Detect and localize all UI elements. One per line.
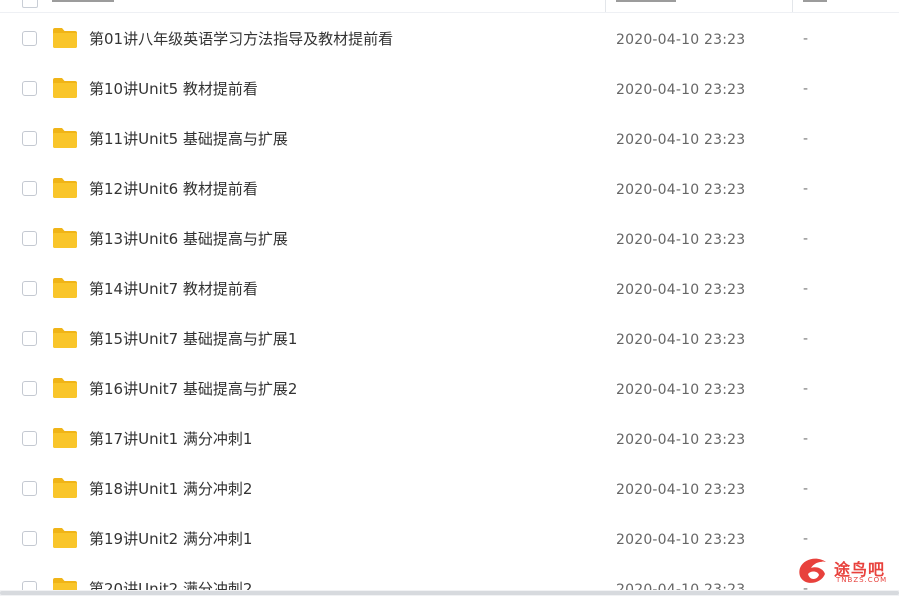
row-checkbox[interactable] [22, 281, 37, 296]
file-size: - [803, 381, 809, 397]
file-size: - [803, 431, 809, 447]
file-row[interactable]: 第12讲Unit6 教材提前看 2020-04-10 23:23 - [0, 164, 899, 214]
watermark-logo: 途鸟吧 TNBZS.COM [796, 554, 891, 590]
modified-date: 2020-04-10 23:23 [616, 482, 746, 498]
file-name-link[interactable]: 第16讲Unit7 基础提高与扩展2 [89, 379, 297, 399]
row-checkbox[interactable] [22, 381, 37, 396]
modified-date: 2020-04-10 23:23 [616, 382, 746, 398]
modified-date: 2020-04-10 23:23 [616, 32, 746, 48]
row-checkbox[interactable] [22, 331, 37, 346]
row-checkbox[interactable] [22, 181, 37, 196]
file-size: - [803, 81, 809, 97]
folder-icon[interactable] [52, 327, 78, 349]
folder-icon[interactable] [52, 177, 78, 199]
folder-icon[interactable] [52, 27, 78, 49]
folder-icon[interactable] [52, 127, 78, 149]
file-name-link[interactable]: 第18讲Unit1 满分冲刺2 [89, 479, 252, 499]
file-row[interactable]: 第11讲Unit5 基础提高与扩展 2020-04-10 23:23 - [0, 114, 899, 164]
file-size: - [803, 481, 809, 497]
horizontal-scrollbar[interactable] [0, 590, 899, 596]
row-checkbox[interactable] [22, 31, 37, 46]
column-divider[interactable] [605, 0, 606, 12]
row-checkbox[interactable] [22, 481, 37, 496]
column-header-modified[interactable] [616, 0, 676, 2]
column-header-name[interactable] [52, 0, 114, 2]
file-name-link[interactable]: 第10讲Unit5 教材提前看 [89, 79, 258, 99]
file-size: - [803, 131, 809, 147]
watermark-subtext: TNBZS.COM [836, 576, 888, 584]
file-row[interactable]: 第19讲Unit2 满分冲刺1 2020-04-10 23:23 - [0, 514, 899, 564]
modified-date: 2020-04-10 23:23 [616, 332, 746, 348]
file-size: - [803, 331, 809, 347]
file-row[interactable]: 第10讲Unit5 教材提前看 2020-04-10 23:23 - [0, 64, 899, 114]
modified-date: 2020-04-10 23:23 [616, 282, 746, 298]
column-divider[interactable] [792, 0, 793, 12]
folder-icon[interactable] [52, 477, 78, 499]
file-name-link[interactable]: 第01讲八年级英语学习方法指导及教材提前看 [89, 29, 393, 49]
file-name-link[interactable]: 第14讲Unit7 教材提前看 [89, 279, 258, 299]
modified-date: 2020-04-10 23:23 [616, 82, 746, 98]
file-name-link[interactable]: 第15讲Unit7 基础提高与扩展1 [89, 329, 297, 349]
file-size: - [803, 281, 809, 297]
file-name-link[interactable]: 第11讲Unit5 基础提高与扩展 [89, 129, 288, 149]
file-row[interactable]: 第16讲Unit7 基础提高与扩展2 2020-04-10 23:23 - [0, 364, 899, 414]
folder-icon[interactable] [52, 377, 78, 399]
folder-icon[interactable] [52, 277, 78, 299]
row-checkbox[interactable] [22, 231, 37, 246]
modified-date: 2020-04-10 23:23 [616, 532, 746, 548]
file-row[interactable]: 第18讲Unit1 满分冲刺2 2020-04-10 23:23 - [0, 464, 899, 514]
folder-icon[interactable] [52, 77, 78, 99]
row-checkbox[interactable] [22, 131, 37, 146]
modified-date: 2020-04-10 23:23 [616, 132, 746, 148]
file-row[interactable]: 第15讲Unit7 基础提高与扩展1 2020-04-10 23:23 - [0, 314, 899, 364]
modified-date: 2020-04-10 23:23 [616, 432, 746, 448]
row-checkbox[interactable] [22, 431, 37, 446]
file-size: - [803, 181, 809, 197]
file-row[interactable]: 第13讲Unit6 基础提高与扩展 2020-04-10 23:23 - [0, 214, 899, 264]
folder-icon[interactable] [52, 527, 78, 549]
file-list-header [0, 0, 899, 13]
watermark-bird-icon [799, 558, 826, 583]
scrollbar-thumb[interactable] [0, 591, 899, 595]
column-header-size[interactable] [803, 0, 827, 2]
file-list: 第01讲八年级英语学习方法指导及教材提前看 2020-04-10 23:23- 第1… [0, 14, 899, 596]
file-size: - [803, 31, 809, 47]
file-size: - [803, 231, 809, 247]
file-name-link[interactable]: 第13讲Unit6 基础提高与扩展 [89, 229, 288, 249]
folder-icon[interactable] [52, 227, 78, 249]
file-row[interactable]: 第14讲Unit7 教材提前看 2020-04-10 23:23 - [0, 264, 899, 314]
select-all-checkbox[interactable] [22, 0, 38, 8]
file-name-link[interactable]: 第12讲Unit6 教材提前看 [89, 179, 258, 199]
modified-date: 2020-04-10 23:23 [616, 182, 746, 198]
modified-date: 2020-04-10 23:23 [616, 232, 746, 248]
file-name-link[interactable]: 第19讲Unit2 满分冲刺1 [89, 529, 252, 549]
file-row[interactable]: 第01讲八年级英语学习方法指导及教材提前看 2020-04-10 23:23 - [0, 14, 899, 64]
file-size: - [803, 531, 809, 547]
file-list-window: 第01讲八年级英语学习方法指导及教材提前看 2020-04-10 23:23- 第1… [0, 0, 899, 596]
file-name-link[interactable]: 第17讲Unit1 满分冲刺1 [89, 429, 252, 449]
file-row[interactable]: 第17讲Unit1 满分冲刺1 2020-04-10 23:23 - [0, 414, 899, 464]
row-checkbox[interactable] [22, 81, 37, 96]
folder-icon[interactable] [52, 427, 78, 449]
row-checkbox[interactable] [22, 531, 37, 546]
